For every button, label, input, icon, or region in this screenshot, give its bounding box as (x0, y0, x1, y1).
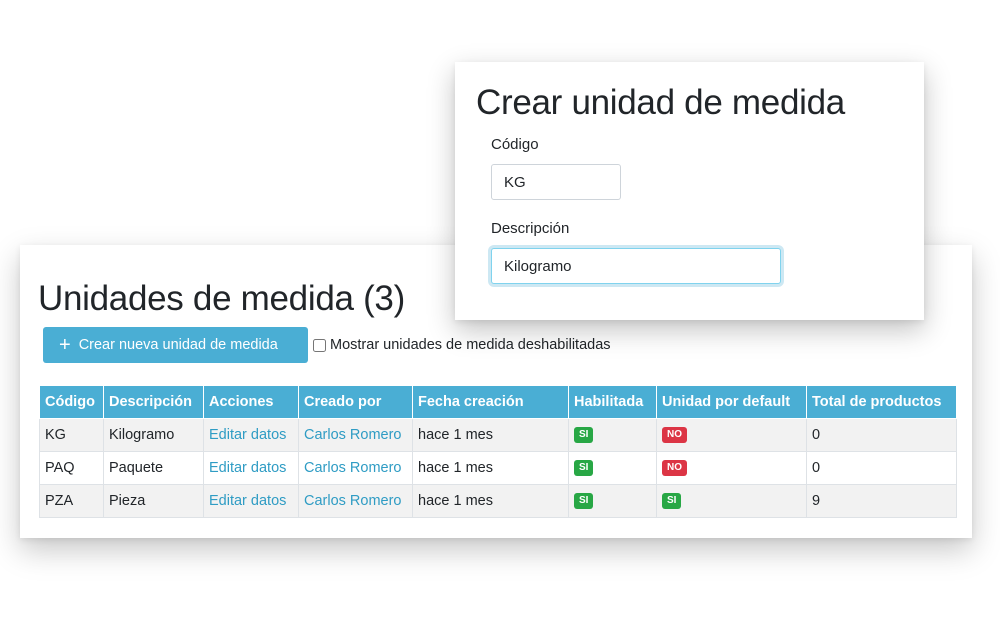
cell-habilitada: SI (568, 451, 657, 485)
cell-descripcion: Paquete (103, 451, 204, 485)
descripcion-label: Descripción (491, 220, 570, 237)
create-unit-button-label: Crear nueva unidad de medida (78, 337, 278, 353)
cell-por-default: SI (656, 484, 807, 518)
units-table: Código Descripción Acciones Creado por F… (39, 385, 957, 518)
column-header-codigo[interactable]: Código (39, 385, 104, 419)
cell-acciones: Editar datos (203, 418, 299, 452)
edit-link[interactable]: Editar datos (209, 427, 286, 443)
toolbar: + Crear nueva unidad de medida Mostrar u… (43, 327, 611, 363)
cell-creado-por: Carlos Romero (298, 418, 413, 452)
table-row: PZA Pieza Editar datos Carlos Romero hac… (39, 484, 957, 518)
default-badge: NO (662, 427, 687, 444)
cell-fecha: hace 1 mes (412, 484, 569, 518)
cell-fecha: hace 1 mes (412, 451, 569, 485)
enabled-badge: SI (574, 427, 594, 444)
cell-descripcion: Pieza (103, 484, 204, 518)
cell-creado-por: Carlos Romero (298, 451, 413, 485)
show-disabled-toggle[interactable]: Mostrar unidades de medida deshabilitada… (313, 337, 611, 353)
creator-link[interactable]: Carlos Romero (304, 427, 402, 443)
create-unit-form: Crear unidad de medida Código Descripció… (455, 62, 924, 320)
column-header-creado-por[interactable]: Creado por (298, 385, 413, 419)
table-row: PAQ Paquete Editar datos Carlos Romero h… (39, 451, 957, 485)
cell-habilitada: SI (568, 484, 657, 518)
table-row: KG Kilogramo Editar datos Carlos Romero … (39, 418, 957, 452)
plus-icon: + (59, 334, 71, 356)
column-header-total-productos[interactable]: Total de productos (806, 385, 957, 419)
enabled-badge: SI (574, 460, 594, 477)
cell-total: 9 (806, 484, 957, 518)
creator-link[interactable]: Carlos Romero (304, 493, 402, 509)
cell-acciones: Editar datos (203, 484, 299, 518)
edit-link[interactable]: Editar datos (209, 493, 286, 509)
default-badge: SI (662, 493, 682, 510)
column-header-acciones[interactable]: Acciones (203, 385, 299, 419)
default-badge: NO (662, 460, 687, 477)
cell-descripcion: Kilogramo (103, 418, 204, 452)
cell-fecha: hace 1 mes (412, 418, 569, 452)
cell-habilitada: SI (568, 418, 657, 452)
cell-codigo: PAQ (39, 451, 104, 485)
cell-codigo: PZA (39, 484, 104, 518)
show-disabled-checkbox[interactable] (313, 338, 326, 352)
codigo-label: Código (491, 136, 539, 153)
descripcion-input[interactable] (491, 248, 781, 284)
page-title: Unidades de medida (3) (38, 279, 405, 318)
edit-link[interactable]: Editar datos (209, 460, 286, 476)
cell-por-default: NO (656, 418, 807, 452)
cell-total: 0 (806, 451, 957, 485)
form-title: Crear unidad de medida (476, 83, 845, 122)
column-header-descripcion[interactable]: Descripción (103, 385, 204, 419)
cell-acciones: Editar datos (203, 451, 299, 485)
cell-creado-por: Carlos Romero (298, 484, 413, 518)
show-disabled-label: Mostrar unidades de medida deshabilitada… (330, 337, 611, 353)
column-header-por-default[interactable]: Unidad por default (656, 385, 807, 419)
cell-codigo: KG (39, 418, 104, 452)
column-header-habilitada[interactable]: Habilitada (568, 385, 657, 419)
enabled-badge: SI (574, 493, 594, 510)
codigo-input[interactable] (491, 164, 621, 200)
table-header-row: Código Descripción Acciones Creado por F… (39, 385, 957, 419)
cell-por-default: NO (656, 451, 807, 485)
create-unit-button[interactable]: + Crear nueva unidad de medida (43, 327, 308, 363)
column-header-fecha-creacion[interactable]: Fecha creación (412, 385, 569, 419)
cell-total: 0 (806, 418, 957, 452)
creator-link[interactable]: Carlos Romero (304, 460, 402, 476)
